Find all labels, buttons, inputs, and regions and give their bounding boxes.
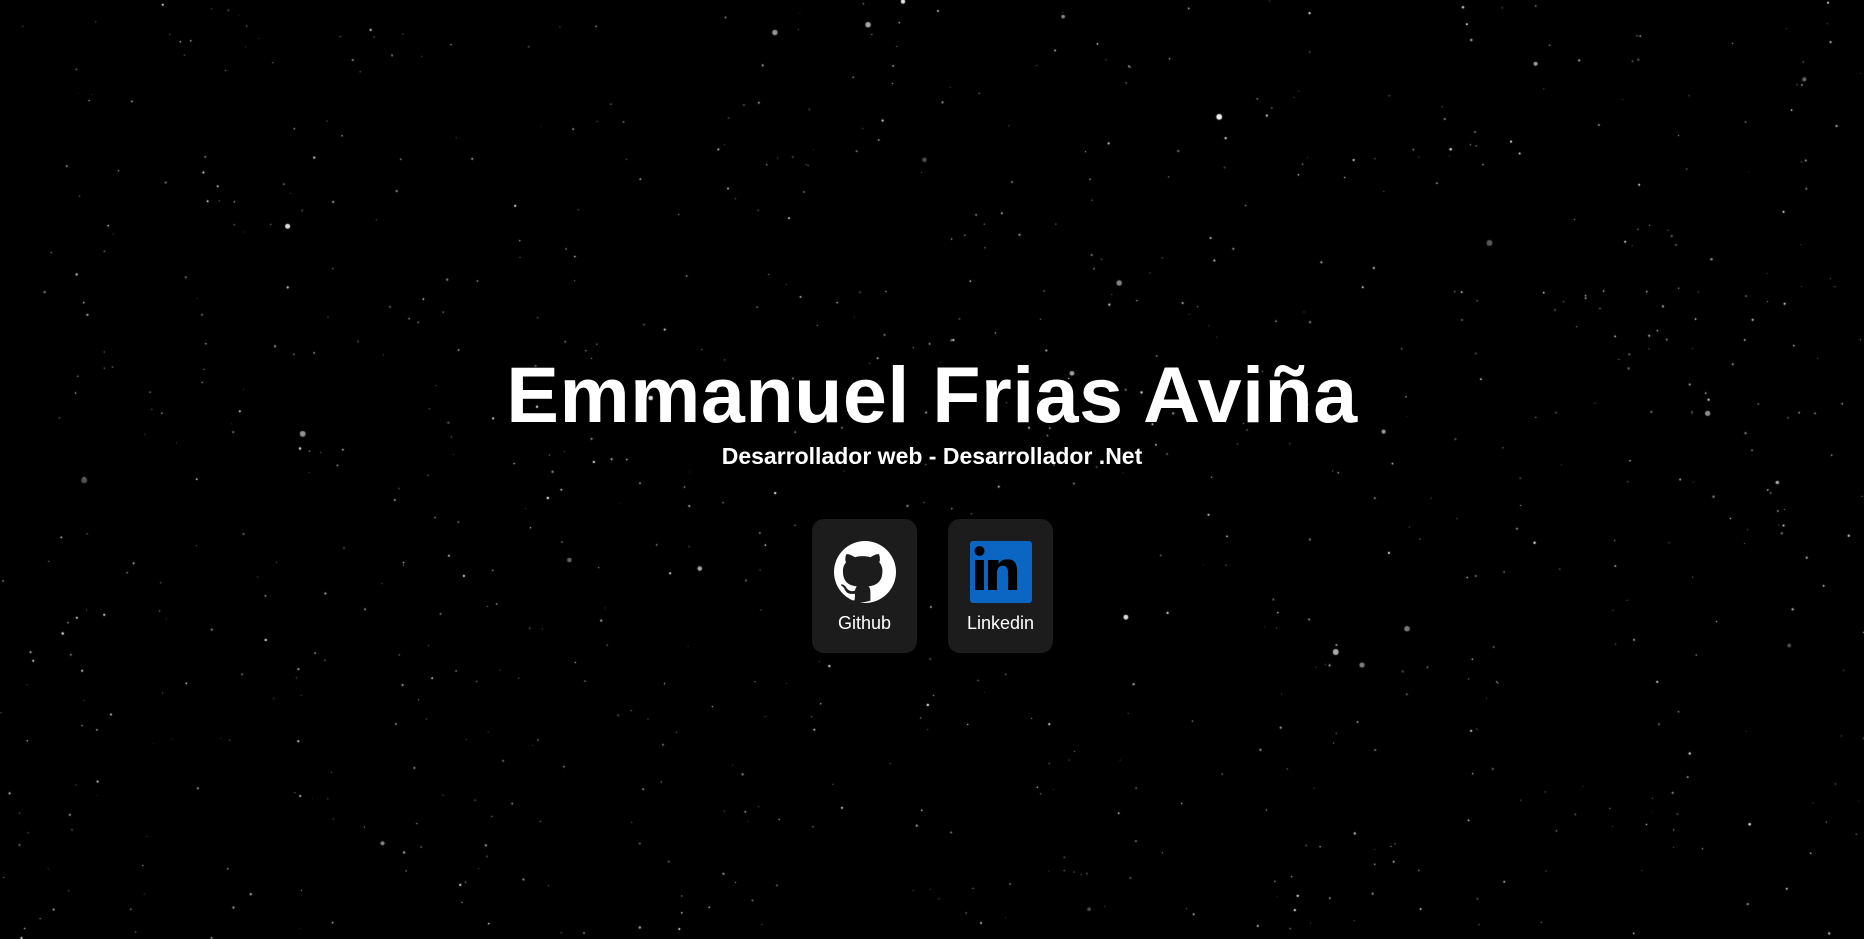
linkedin-label: Linkedin xyxy=(966,613,1035,633)
linkedin-link[interactable]: Linkedin xyxy=(948,519,1053,653)
github-label: Github xyxy=(837,613,892,633)
github-link[interactable]: Github xyxy=(812,519,917,653)
social-links: Github Linkedin xyxy=(812,519,1053,653)
page-title: Emmanuel Frias Aviña xyxy=(506,350,1358,439)
github-icon xyxy=(833,541,896,603)
linkedin-icon xyxy=(969,541,1032,603)
page-subtitle: Desarrollador web - Desarrollador .Net xyxy=(721,443,1143,469)
hero-section: Emmanuel Frias Aviña Desarrollador web -… xyxy=(0,0,1864,939)
